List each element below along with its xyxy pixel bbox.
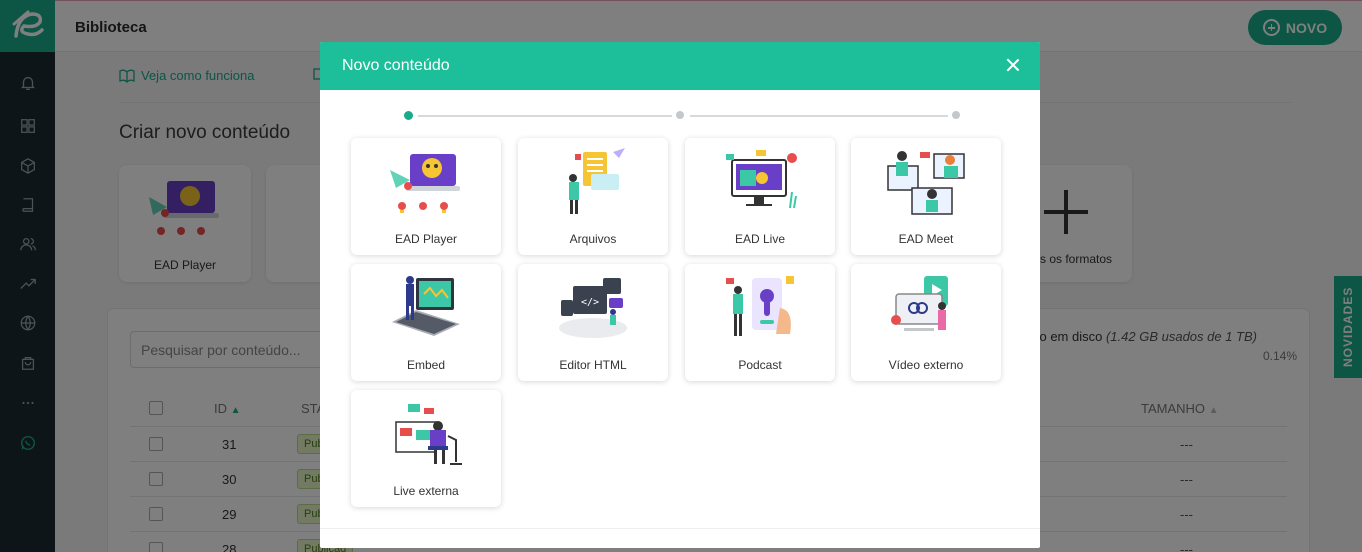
step-1-dot [404,110,413,120]
tile-label: Vídeo externo [888,358,964,372]
step-line [690,115,948,117]
tile-embed[interactable]: Embed [351,264,501,381]
close-icon[interactable] [1004,56,1022,74]
tile-live-externa[interactable]: Live externa [351,390,501,507]
tile-podcast[interactable]: Podcast [685,264,835,381]
modal-title: Novo conteúdo [342,57,450,74]
svg-text:</>: </> [581,297,599,308]
tile-label: Editor HTML [559,358,627,372]
tile-ead-player[interactable]: EAD Player [351,138,501,255]
stepper [404,110,960,121]
html-editor-illustration-icon: </> [559,278,627,338]
files-illustration-icon [569,148,625,214]
ead-player-illustration-icon [390,154,460,213]
tile-label: EAD Meet [898,232,954,246]
external-live-illustration-icon [395,404,462,465]
tile-arquivos[interactable]: Arquivos [518,138,668,255]
tile-video-externo[interactable]: Vídeo externo [851,264,1001,381]
external-video-illustration-icon [891,276,948,331]
tile-label: Arquivos [569,232,617,246]
tile-ead-live[interactable]: EAD Live [685,138,835,255]
tile-ead-meet[interactable]: EAD Meet [851,138,1001,255]
step-2-dot [676,111,684,119]
live-illustration-icon [726,150,797,209]
tile-label: EAD Live [734,232,786,246]
modal-footer [320,528,1040,548]
tile-label: Embed [406,358,446,372]
modal-header: Novo conteúdo [320,42,1040,90]
tile-label: EAD Player [394,232,458,246]
tile-label: Live externa [393,484,459,498]
podcast-illustration-icon [726,276,794,336]
tile-editor-html[interactable]: </> Editor HTML [518,264,668,381]
new-content-modal: Novo conteúdo EAD Player Arquivos EAD Li… [320,42,1040,548]
step-3-dot [952,111,960,119]
meet-illustration-icon [887,151,965,215]
tile-label: Podcast [738,358,782,372]
step-line [418,115,672,117]
embed-illustration-icon [392,276,460,336]
